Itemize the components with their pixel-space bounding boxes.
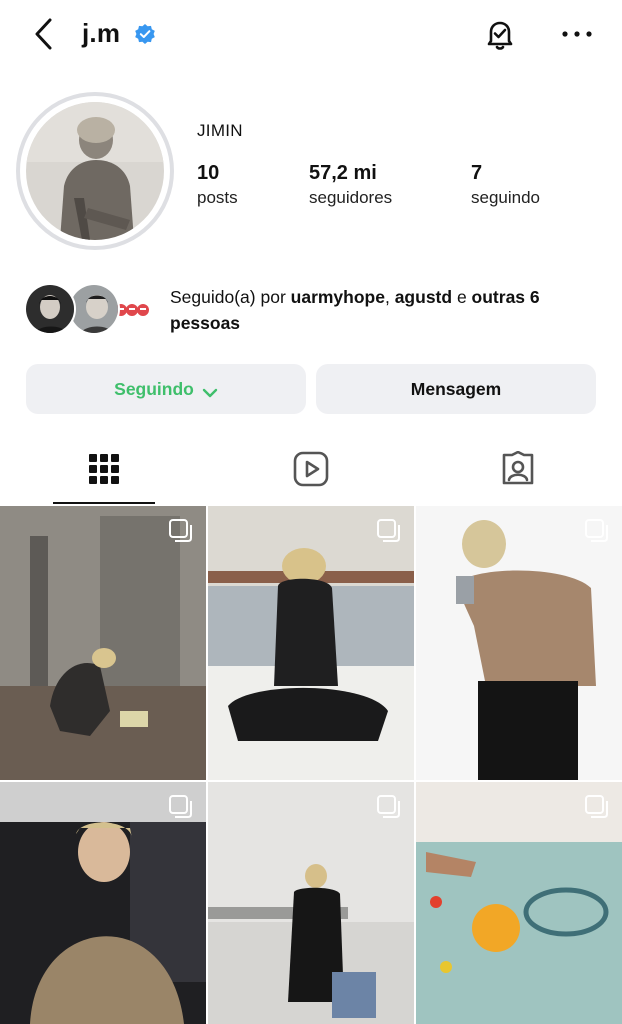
followers-stat[interactable]: 57,2 mi seguidores (309, 160, 392, 210)
reels-icon (293, 451, 329, 492)
following-stat[interactable]: 7 seguindo (471, 160, 540, 210)
multiple-photos-icon (376, 518, 402, 544)
following-button[interactable]: Seguindo (26, 364, 306, 414)
post-thumbnail-4[interactable] (0, 782, 206, 1024)
following-label: seguindo (471, 188, 541, 207)
display-name: JIMIN (197, 121, 243, 140)
tab-reels[interactable] (261, 440, 361, 502)
followed-by-prefix: Seguido(a) por (170, 287, 291, 307)
post-thumbnail-6[interactable] (416, 782, 622, 1024)
posts-grid (0, 506, 622, 1024)
multiple-photos-icon (168, 794, 194, 820)
followed-by-text[interactable]: Seguido(a) por uarmyhope, agustd e outra… (170, 284, 610, 336)
followed-by-connector: e (452, 287, 472, 307)
profile-tabs (0, 440, 622, 504)
posts-stat[interactable]: 10 posts (197, 160, 238, 210)
posts-count: 10 (197, 162, 220, 184)
multiple-photos-icon (168, 518, 194, 544)
active-tab-indicator (53, 502, 155, 504)
posts-label: posts (197, 188, 238, 207)
verified-badge-icon (134, 23, 156, 45)
following-label: Seguindo (114, 378, 194, 399)
mutual-user-1[interactable]: uarmyhope (291, 287, 385, 307)
profile-avatar[interactable] (16, 92, 174, 250)
mutual-followers-avatars[interactable] (24, 283, 154, 337)
top-bar: j.m (0, 0, 622, 70)
tab-tagged[interactable] (468, 440, 568, 502)
post-thumbnail-5[interactable] (208, 782, 414, 1024)
profile-username: j.m (82, 18, 121, 48)
followed-by-separator: , (384, 287, 395, 307)
following-count: 7 (471, 162, 483, 184)
mutual-user-2[interactable]: agustd (395, 287, 452, 307)
message-button[interactable]: Mensagem (316, 364, 596, 414)
tab-grid[interactable] (54, 440, 154, 502)
post-thumbnail-1[interactable] (0, 506, 206, 780)
chevron-down-icon (202, 383, 218, 398)
avatar-photo (26, 102, 164, 240)
post-thumbnail-3[interactable] (416, 506, 622, 780)
message-label: Mensagem (410, 378, 502, 399)
multiple-photos-icon (584, 794, 610, 820)
followers-label: seguidores (309, 188, 393, 207)
back-arrow-icon[interactable] (28, 14, 64, 54)
multiple-photos-icon (584, 518, 610, 544)
tagged-icon (500, 450, 536, 492)
post-thumbnail-2[interactable] (208, 506, 414, 780)
more-options-icon[interactable] (556, 18, 598, 50)
notification-bell-icon[interactable] (480, 14, 520, 54)
grid-icon (88, 453, 120, 490)
followers-count: 57,2 mi (309, 162, 377, 184)
multiple-photos-icon (376, 794, 402, 820)
mutual-avatar-1 (24, 283, 76, 335)
